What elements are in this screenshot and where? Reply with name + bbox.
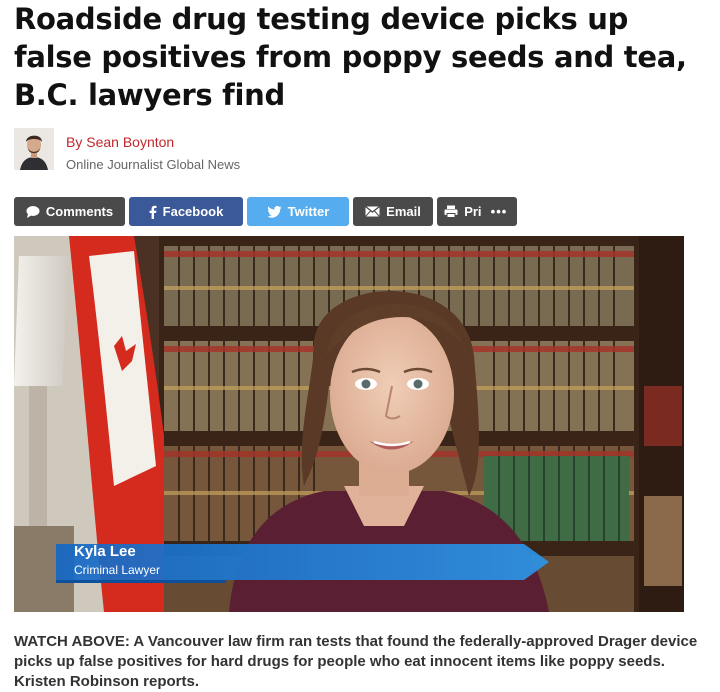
author-name-link[interactable]: By Sean Boynton [66, 134, 174, 150]
article-headline: Roadside drug testing device picks up fa… [14, 2, 687, 112]
printer-icon [444, 205, 458, 218]
video-player[interactable]: Kyla Lee Criminal Lawyer [14, 236, 684, 612]
more-share-options-button[interactable]: ••• [481, 197, 517, 226]
email-share-button[interactable]: Email [353, 197, 433, 226]
lower-third-name: Kyla Lee [74, 543, 136, 560]
author-avatar[interactable] [14, 128, 54, 170]
more-icon: ••• [490, 204, 508, 219]
facebook-label: Facebook [162, 204, 224, 219]
video-caption: WATCH ABOVE: A Vancouver law firm ran te… [14, 633, 698, 690]
comments-label: Comments [45, 204, 114, 219]
twitter-label: Twitter [287, 204, 330, 219]
author-role: Online Journalist Global News [66, 157, 241, 172]
lower-third-title: Criminal Lawyer [74, 563, 161, 577]
comments-button[interactable]: Comments [14, 197, 125, 226]
facebook-icon [149, 205, 157, 219]
twitter-icon [266, 205, 282, 218]
comment-icon [26, 206, 40, 218]
twitter-share-button[interactable]: Twitter [247, 197, 349, 226]
email-label: Email [386, 204, 421, 219]
envelope-icon [365, 206, 381, 217]
facebook-share-button[interactable]: Facebook [129, 197, 243, 226]
